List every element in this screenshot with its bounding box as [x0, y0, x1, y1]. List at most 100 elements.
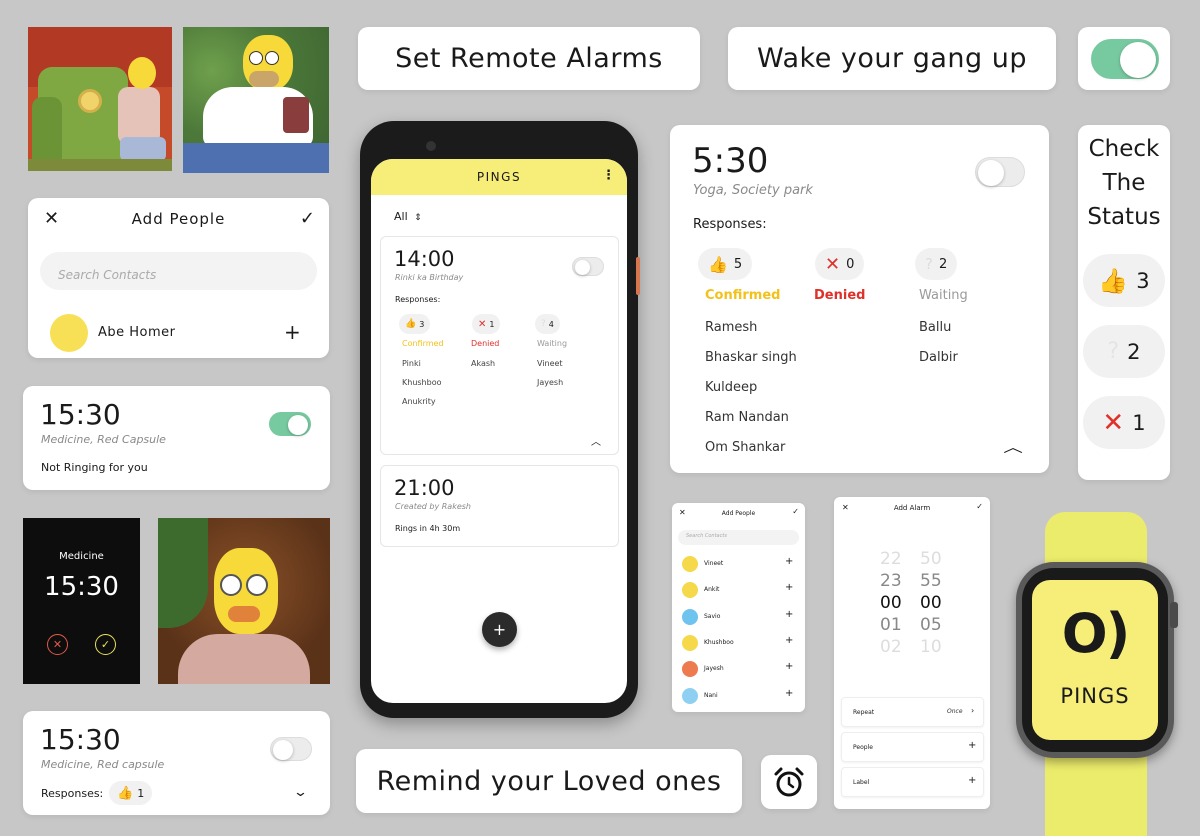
toggle-showcase-card: [1078, 27, 1170, 90]
contact-name: Jayesh: [704, 665, 724, 673]
person-name: Anukrity: [402, 397, 436, 406]
thumbs-up-icon: 👍: [405, 319, 417, 329]
hour-option[interactable]: 22: [880, 549, 902, 569]
add-contact-button[interactable]: +: [284, 320, 301, 344]
alarm-time: 21:00: [394, 476, 455, 500]
plus-icon: +: [968, 775, 977, 786]
hour-option[interactable]: 01: [880, 615, 902, 635]
chevron-down-icon[interactable]: ⌄: [293, 785, 308, 800]
responses-label: Responses:: [395, 295, 441, 304]
search-input[interactable]: Search Contacts: [40, 252, 317, 290]
person-name: Vineet: [537, 359, 563, 368]
tagline-text: Wake your gang up: [757, 43, 1027, 74]
person-name: Jayesh: [537, 378, 564, 387]
waiting-pill: ? 4: [535, 314, 560, 334]
people-row[interactable]: People +: [841, 732, 984, 762]
minute-option[interactable]: 50: [920, 549, 942, 569]
add-alarm-card: ✕ Add Alarm ✓ 22 23 00 01 02 50 55 00 05 10 Repea…: [834, 497, 990, 809]
minute-option[interactable]: 55: [920, 571, 942, 591]
tagline-text: Remind your Loved ones: [376, 765, 722, 797]
contact-name: Khushboo: [704, 638, 734, 646]
repeat-label: Repeat: [853, 709, 875, 716]
denied-pill: ✕ 1: [472, 314, 501, 334]
phone-side-button: [636, 257, 640, 295]
alarm-card-ringing[interactable]: 15:30 Medicine, Red Capsule Not Ringing …: [23, 386, 330, 490]
accept-button[interactable]: ✓: [95, 634, 116, 655]
add-contact-button[interactable]: +: [785, 688, 793, 699]
add-people-title: Add People: [131, 210, 226, 228]
minute-option[interactable]: 05: [920, 615, 942, 635]
showcase-toggle[interactable]: [1091, 39, 1159, 79]
check-icon[interactable]: ✓: [300, 208, 315, 229]
contact-row[interactable]: Ankit +: [680, 580, 798, 600]
contact-row[interactable]: Khushboo +: [680, 633, 798, 653]
person-name: Khushboo: [402, 378, 442, 387]
chevron-up-icon[interactable]: ︿: [1003, 437, 1023, 457]
alarm-clock-icon-card: [761, 755, 817, 809]
alarm-clock-icon: [774, 767, 804, 797]
add-contact-button[interactable]: +: [785, 609, 793, 620]
sort-icon: ⇕: [414, 213, 422, 223]
check-status-card: Check The Status 👍 3 ? 2 ✕ 1: [1078, 125, 1170, 480]
contact-row[interactable]: Nani +: [680, 686, 798, 706]
add-contact-button[interactable]: +: [785, 582, 793, 593]
person-name: Akash: [471, 359, 496, 368]
more-menu-icon[interactable]: ⋮: [602, 168, 615, 183]
minute-option[interactable]: 10: [920, 637, 942, 657]
add-people-card: ✕ Add People ✓ Search Contacts Abe Homer…: [28, 198, 329, 358]
confirmed-count: 3: [419, 319, 425, 329]
waiting-pill: ? 2: [1083, 325, 1165, 378]
ring-time: 15:30: [44, 572, 119, 602]
hour-option[interactable]: 02: [880, 637, 902, 657]
filter-dropdown[interactable]: All ⇕: [394, 210, 422, 223]
person-name: Pinki: [402, 359, 421, 368]
alarm-detail-card[interactable]: 5:30 Yoga, Society park Responses: 👍 5 ✕ 0…: [670, 125, 1049, 473]
avatar: [682, 661, 698, 678]
alarm-toggle[interactable]: [270, 737, 312, 761]
label-row[interactable]: Label +: [841, 767, 984, 797]
selected-minute[interactable]: 00: [920, 593, 942, 613]
ring-screen: Medicine 15:30 ✕ ✓: [23, 518, 140, 684]
person-name: Ballu: [919, 320, 952, 335]
chevron-up-icon[interactable]: ︿: [591, 433, 601, 448]
watch-crown[interactable]: [1170, 602, 1178, 628]
repeat-row[interactable]: Repeat Once ›: [841, 697, 984, 727]
responses-label: Responses:: [693, 217, 767, 232]
confirmed-count: 1: [137, 786, 145, 800]
alarm-toggle[interactable]: [269, 412, 311, 436]
contact-row[interactable]: Vineet +: [680, 554, 798, 574]
add-contact-button[interactable]: +: [785, 556, 793, 567]
add-alarm-title: Add Alarm: [893, 504, 931, 512]
contact-name: Vineet: [704, 560, 724, 567]
homer-phone-image: [183, 27, 329, 173]
contact-row[interactable]: Jayesh +: [680, 659, 798, 679]
add-alarm-fab[interactable]: +: [482, 612, 517, 647]
check-icon[interactable]: ✓: [976, 502, 983, 511]
chevron-right-icon: ›: [971, 706, 975, 715]
denied-count: 1: [489, 319, 495, 329]
alarm-toggle[interactable]: [572, 257, 604, 276]
add-contact-button[interactable]: +: [785, 661, 793, 672]
person-name: Om Shankar: [705, 440, 786, 455]
avatar: [682, 687, 698, 704]
dismiss-button[interactable]: ✕: [47, 634, 68, 655]
question-icon: ?: [925, 255, 933, 273]
check-icon[interactable]: ✓: [792, 507, 799, 516]
add-contact-button[interactable]: +: [785, 635, 793, 646]
alarm-toggle[interactable]: [975, 157, 1025, 187]
alarm-card-responses[interactable]: 15:30 Medicine, Red capsule Responses: 👍…: [23, 711, 330, 815]
alarm-card-expanded[interactable]: 14:00 Rinki ka Birthday Responses: 👍 3 ✕ 1…: [380, 236, 619, 455]
avatar: [682, 634, 698, 651]
search-input[interactable]: Search Contacts: [678, 530, 799, 545]
contact-row[interactable]: Savio +: [680, 607, 798, 627]
selected-hour[interactable]: 00: [880, 593, 902, 613]
grandpa-chair-image: [28, 27, 172, 171]
denied-label: Denied: [814, 288, 866, 303]
denied-label: Denied: [471, 339, 500, 348]
hour-option[interactable]: 23: [880, 571, 902, 591]
alarm-time: 15:30: [40, 723, 121, 756]
people-label: People: [853, 744, 873, 751]
alarm-card-collapsed[interactable]: 21:00 Created by Rakesh Rings in 4h 30m: [380, 465, 619, 547]
waiting-count: 4: [548, 319, 554, 329]
waiting-pill: ? 2: [915, 248, 958, 280]
